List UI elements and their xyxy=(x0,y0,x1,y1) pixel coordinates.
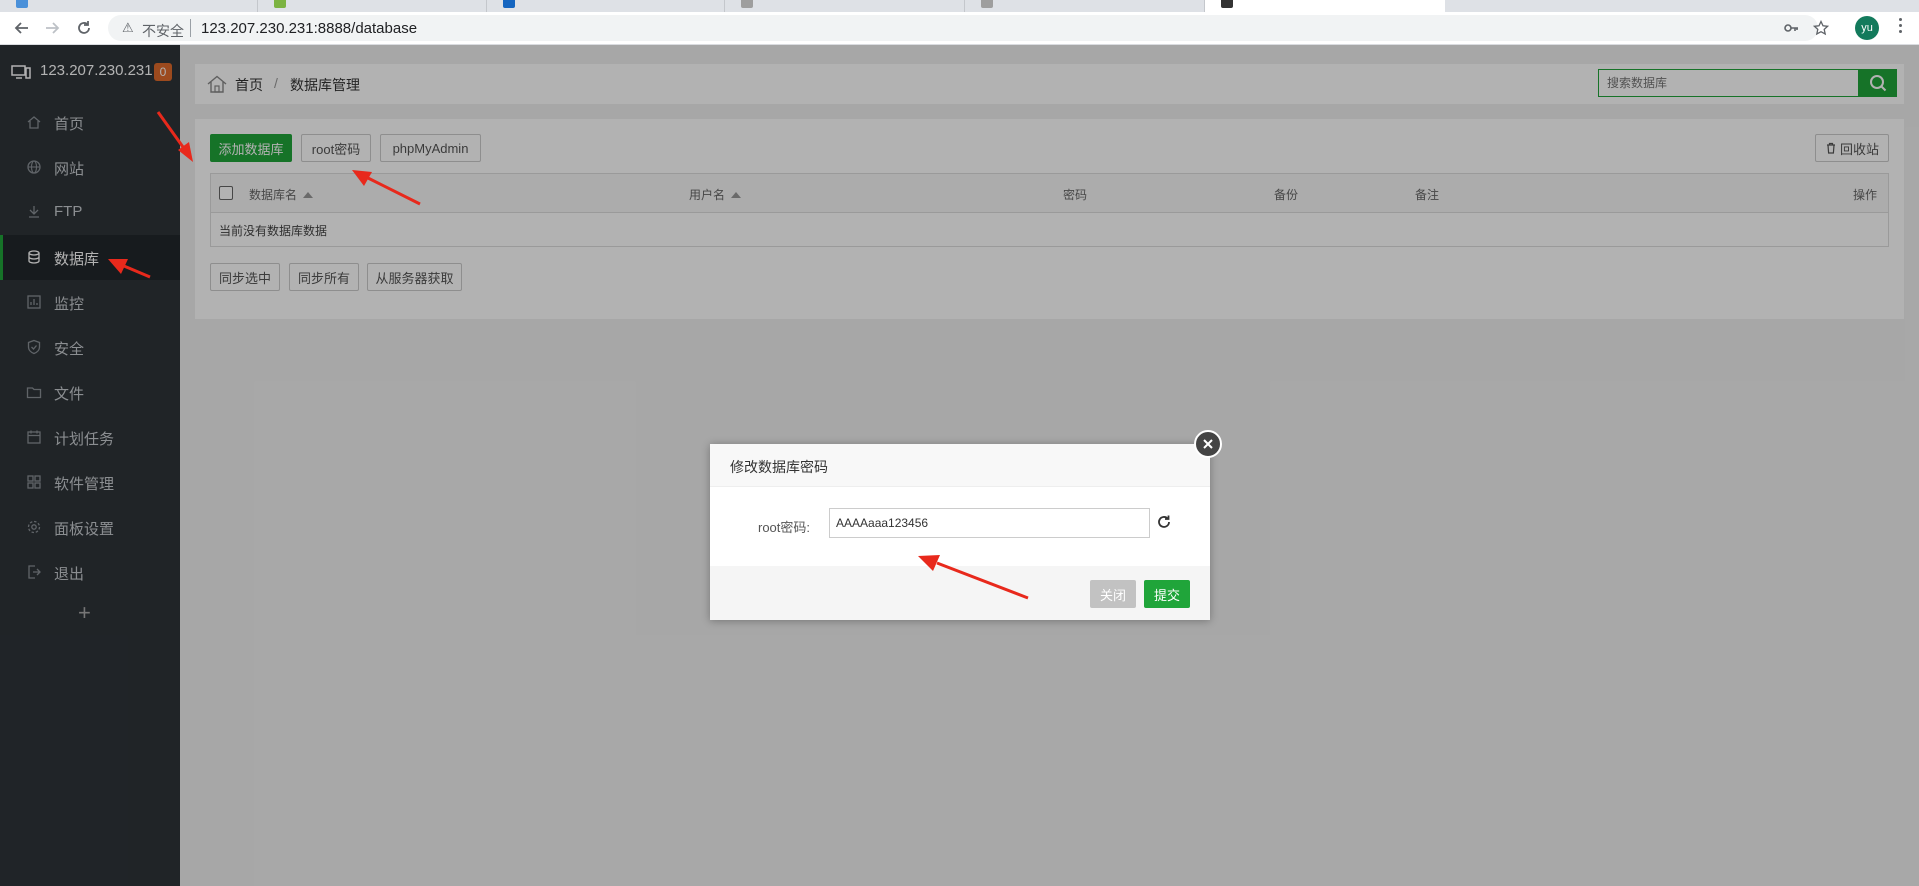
browser-tab[interactable] xyxy=(965,0,1205,12)
address-bar[interactable]: ⚠ 不安全 123.207.230.231:8888/database xyxy=(108,15,1830,41)
key-icon[interactable] xyxy=(1783,20,1799,40)
browser-tabstrip xyxy=(0,0,1919,12)
tab-favicon xyxy=(16,0,28,8)
change-password-dialog: 修改数据库密码 root密码: 关闭 提交 xyxy=(710,430,1222,620)
omnibox-separator xyxy=(190,19,191,37)
close-icon xyxy=(1203,439,1213,449)
dialog-header: 修改数据库密码 xyxy=(710,444,1210,487)
refresh-icon[interactable] xyxy=(1156,514,1172,530)
dialog-body: root密码: xyxy=(710,487,1210,565)
url-text[interactable]: 123.207.230.231:8888/database xyxy=(201,20,417,37)
arrow-left-icon xyxy=(14,22,28,34)
forward-button[interactable] xyxy=(40,16,64,40)
dialog-close-button[interactable] xyxy=(1194,430,1222,458)
dialog-submit-button[interactable]: 提交 xyxy=(1144,580,1190,608)
root-password-input[interactable] xyxy=(829,508,1150,538)
security-label[interactable]: 不安全 xyxy=(142,21,184,41)
star-icon[interactable] xyxy=(1812,19,1830,40)
browser-tab[interactable] xyxy=(0,0,258,12)
tab-favicon xyxy=(981,0,993,8)
browser-tab[interactable] xyxy=(725,0,965,12)
reload-button[interactable] xyxy=(72,16,96,40)
warning-triangle-icon: ⚠ xyxy=(122,20,134,35)
dialog-title: 修改数据库密码 xyxy=(730,459,828,475)
root-password-label: root密码: xyxy=(758,520,811,535)
dialog-close-text-button[interactable]: 关闭 xyxy=(1090,580,1136,608)
browser-toolbar: ⚠ 不安全 123.207.230.231:8888/database yu xyxy=(0,12,1919,45)
browser-tab[interactable] xyxy=(258,0,487,12)
dialog-footer: 关闭 提交 xyxy=(710,566,1210,620)
reload-icon xyxy=(78,21,90,34)
browser-tab-active[interactable] xyxy=(1205,0,1445,12)
more-menu-icon[interactable] xyxy=(1898,18,1902,33)
tab-favicon xyxy=(274,0,286,8)
browser-tab[interactable] xyxy=(487,0,725,12)
tab-favicon xyxy=(503,0,515,8)
profile-avatar[interactable]: yu xyxy=(1855,16,1879,40)
arrow-right-icon xyxy=(46,22,60,34)
tab-favicon xyxy=(1221,0,1233,8)
tab-favicon xyxy=(741,0,753,8)
back-button[interactable] xyxy=(10,16,34,40)
